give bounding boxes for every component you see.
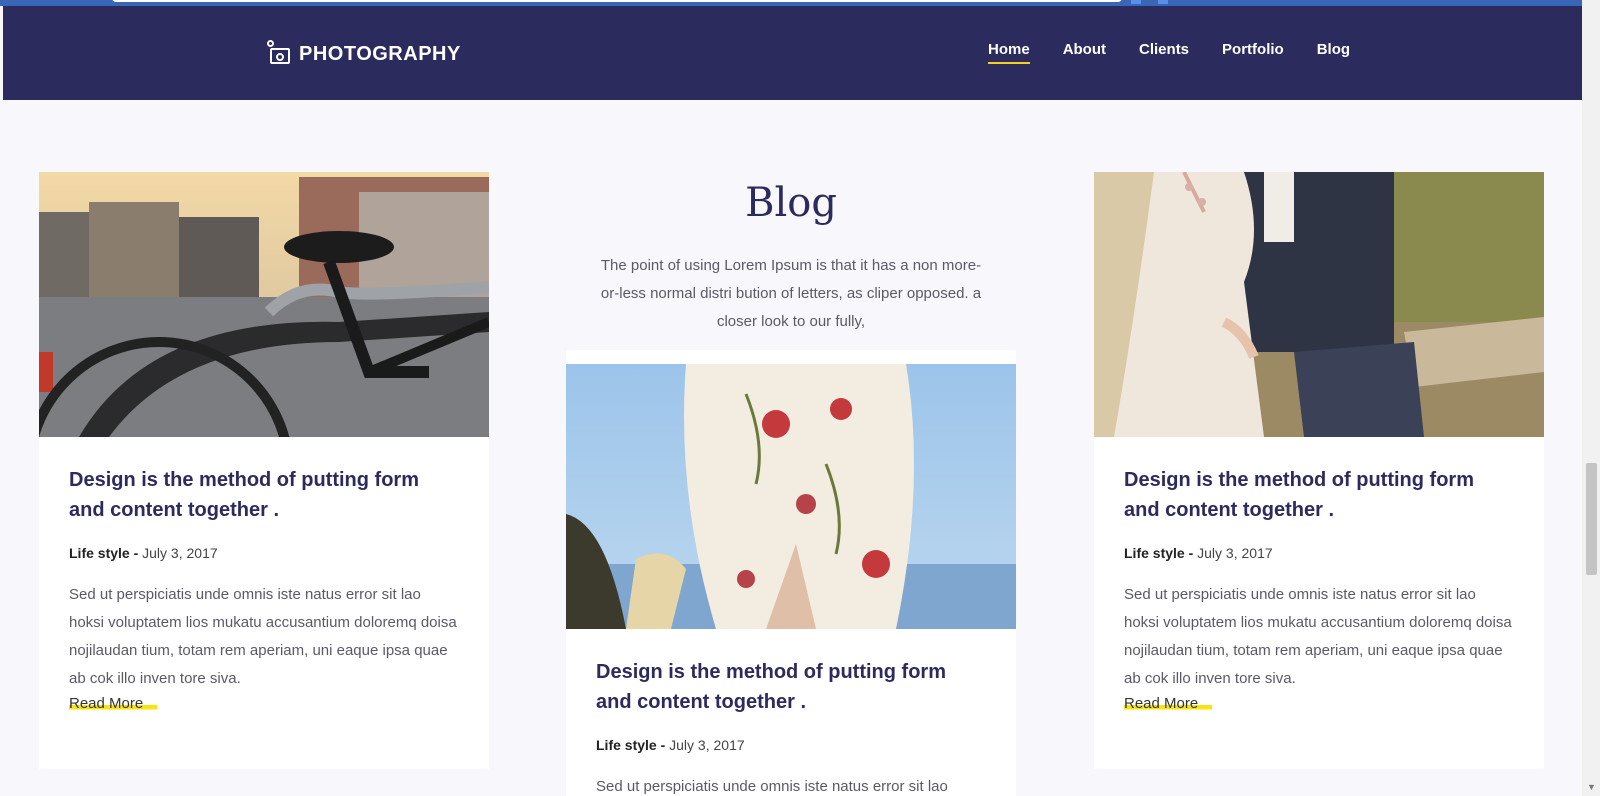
read-more-link[interactable]: Read More <box>1124 695 1213 712</box>
blog-title: Blog <box>745 180 837 226</box>
post-category: Life style - <box>1124 545 1194 561</box>
nav-blog[interactable]: Blog <box>1317 41 1350 64</box>
read-more-link[interactable]: Read More <box>69 695 158 712</box>
post-meta: Life style - July 3, 2017 <box>596 737 986 753</box>
post-category: Life style - <box>596 737 666 753</box>
post-excerpt: Sed ut perspiciatis unde omnis iste natu… <box>69 586 457 687</box>
scroll-down-icon[interactable]: ▼ <box>1587 782 1596 792</box>
site-header: PHOTOGRAPHY Home About Clients Portfolio… <box>3 6 1582 100</box>
blog-card-body: Design is the method of putting form and… <box>566 629 1016 796</box>
page-scrollbar[interactable]: ▼ <box>1582 0 1600 796</box>
floral-dress-photo[interactable] <box>566 364 1016 629</box>
blog-card: Design is the method of putting form and… <box>566 350 1016 796</box>
main-nav: Home About Clients Portfolio Blog <box>988 41 1383 64</box>
post-title[interactable]: Design is the method of putting form and… <box>1124 465 1514 525</box>
scrollbar-thumb[interactable] <box>1586 463 1597 575</box>
brand-name: PHOTOGRAPHY <box>299 43 461 65</box>
post-meta: Life style - July 3, 2017 <box>1124 545 1514 561</box>
nav-portfolio[interactable]: Portfolio <box>1222 41 1284 64</box>
nav-home[interactable]: Home <box>988 41 1030 64</box>
blog-card-body: Design is the method of putting form and… <box>1094 437 1544 741</box>
bicycle-photo[interactable] <box>39 172 489 437</box>
post-excerpt: Sed ut perspiciatis unde omnis iste natu… <box>596 778 948 795</box>
blog-card: Design is the method of putting form and… <box>39 172 489 769</box>
blog-header: Blog The point of using Lorem Ipsum is t… <box>566 180 1016 336</box>
nav-clients[interactable]: Clients <box>1139 41 1189 64</box>
camera-icon <box>267 40 293 66</box>
blog-card: Design is the method of putting form and… <box>1094 172 1544 769</box>
post-category: Life style - <box>69 545 139 561</box>
nav-about[interactable]: About <box>1063 41 1106 64</box>
wedding-couple-photo[interactable] <box>1094 172 1544 437</box>
blog-card-body: Design is the method of putting form and… <box>39 437 489 741</box>
post-meta: Life style - July 3, 2017 <box>69 545 459 561</box>
site-logo[interactable]: PHOTOGRAPHY <box>267 40 461 66</box>
post-date: July 3, 2017 <box>669 737 745 753</box>
address-bar[interactable] <box>112 0 1122 2</box>
post-date: July 3, 2017 <box>1197 545 1273 561</box>
post-excerpt: Sed ut perspiciatis unde omnis iste natu… <box>1124 586 1512 687</box>
post-title[interactable]: Design is the method of putting form and… <box>69 465 459 525</box>
extension-icon[interactable] <box>1158 0 1168 4</box>
post-date: July 3, 2017 <box>142 545 218 561</box>
blog-intro: The point of using Lorem Ipsum is that i… <box>600 257 982 330</box>
post-title[interactable]: Design is the method of putting form and… <box>596 657 986 717</box>
extension-icon[interactable] <box>1131 0 1141 4</box>
